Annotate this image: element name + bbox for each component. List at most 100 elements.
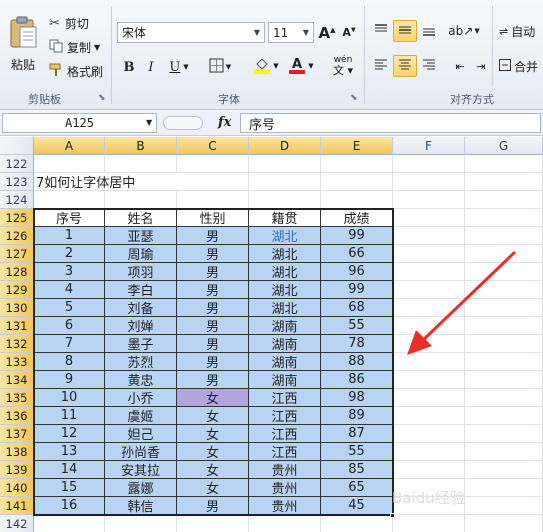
- table-cell[interactable]: 江西: [249, 407, 321, 425]
- sheet-cell[interactable]: [465, 515, 543, 532]
- sheet-cell[interactable]: [393, 515, 465, 532]
- sheet-cell[interactable]: [393, 191, 465, 209]
- wrap-text-button[interactable]: ⇌ 自动: [498, 20, 543, 42]
- row-header[interactable]: 123: [0, 173, 34, 191]
- sheet-cell[interactable]: [393, 443, 465, 461]
- table-cell[interactable]: 78: [321, 335, 393, 353]
- sheet-cell[interactable]: [393, 155, 465, 173]
- merge-button[interactable]: 合并: [498, 55, 543, 77]
- sheet-cell[interactable]: [393, 245, 465, 263]
- sheet-cell[interactable]: [177, 515, 249, 532]
- sheet-cell[interactable]: [465, 299, 543, 317]
- sheet-cell[interactable]: [465, 173, 543, 191]
- sheet-cell[interactable]: [249, 173, 321, 191]
- table-cell[interactable]: 妲己: [105, 425, 177, 443]
- borders-button[interactable]: ▼: [204, 57, 236, 77]
- row-header[interactable]: 139: [0, 461, 34, 479]
- table-cell[interactable]: 7: [34, 335, 105, 353]
- sheet-cell[interactable]: [249, 515, 321, 532]
- table-cell[interactable]: 13: [34, 443, 105, 461]
- row-header[interactable]: 126: [0, 227, 34, 245]
- column-header-c[interactable]: C: [177, 137, 249, 155]
- row-header[interactable]: 134: [0, 371, 34, 389]
- sheet-cell[interactable]: [321, 155, 393, 173]
- table-cell[interactable]: 89: [321, 407, 393, 425]
- orientation-button[interactable]: ab↗ ▼: [448, 20, 480, 42]
- table-cell[interactable]: 亚瑟: [105, 227, 177, 245]
- table-cell[interactable]: 9: [34, 371, 105, 389]
- worksheet-grid[interactable]: A B C D E F G 122 123 7如何让字体居中 124 125 序号 姓名 性别 籍贯 成绩 126…: [0, 137, 543, 532]
- row-header[interactable]: 137: [0, 425, 34, 443]
- table-cell[interactable]: 男: [177, 371, 249, 389]
- table-cell[interactable]: 男: [177, 299, 249, 317]
- sheet-cell[interactable]: [465, 461, 543, 479]
- sheet-cell[interactable]: [105, 155, 177, 173]
- table-cell[interactable]: 3: [34, 263, 105, 281]
- row-header[interactable]: 131: [0, 317, 34, 335]
- sheet-cell[interactable]: [249, 191, 321, 209]
- sheet-cell[interactable]: [465, 155, 543, 173]
- table-cell[interactable]: 墨子: [105, 335, 177, 353]
- table-cell[interactable]: 项羽: [105, 263, 177, 281]
- table-cell[interactable]: 女: [177, 389, 249, 407]
- font-color-button[interactable]: A ▼: [285, 55, 317, 77]
- table-cell[interactable]: 湖北: [249, 227, 321, 245]
- sheet-cell[interactable]: [393, 353, 465, 371]
- sheet-cell[interactable]: [34, 155, 105, 173]
- table-cell[interactable]: 86: [321, 371, 393, 389]
- sheet-cell[interactable]: [465, 407, 543, 425]
- table-cell[interactable]: 江西: [249, 443, 321, 461]
- table-cell[interactable]: 男: [177, 353, 249, 371]
- row-header[interactable]: 135: [0, 389, 34, 407]
- italic-button[interactable]: I: [142, 57, 160, 77]
- table-header-cell[interactable]: 籍贯: [249, 209, 321, 227]
- sheet-cell[interactable]: [465, 191, 543, 209]
- align-left-button[interactable]: [370, 55, 392, 77]
- table-cell[interactable]: 湖南: [249, 335, 321, 353]
- table-cell[interactable]: 4: [34, 281, 105, 299]
- sheet-cell[interactable]: [105, 191, 177, 209]
- table-cell[interactable]: 湖南: [249, 371, 321, 389]
- table-cell[interactable]: 1: [34, 227, 105, 245]
- table-cell[interactable]: 10: [34, 389, 105, 407]
- font-launcher-icon[interactable]: ⬊: [350, 93, 358, 103]
- table-cell[interactable]: 露娜: [105, 479, 177, 497]
- sheet-cell[interactable]: [465, 371, 543, 389]
- table-cell[interactable]: 女: [177, 425, 249, 443]
- table-cell[interactable]: 55: [321, 317, 393, 335]
- table-cell[interactable]: 65: [321, 479, 393, 497]
- clipboard-launcher-icon[interactable]: ⬊: [98, 93, 106, 103]
- formula-input[interactable]: 序号: [240, 113, 541, 133]
- table-cell[interactable]: 湖北: [249, 281, 321, 299]
- increase-indent-button[interactable]: ⇥: [471, 55, 491, 77]
- table-cell[interactable]: 李白: [105, 281, 177, 299]
- row-header[interactable]: 122: [0, 155, 34, 173]
- sheet-cell[interactable]: [393, 371, 465, 389]
- select-all-corner[interactable]: [0, 137, 34, 155]
- sheet-cell[interactable]: [393, 389, 465, 407]
- align-bottom-button[interactable]: [418, 20, 440, 42]
- sheet-cell[interactable]: [393, 299, 465, 317]
- table-cell[interactable]: 周瑜: [105, 245, 177, 263]
- bold-button[interactable]: B: [120, 57, 138, 77]
- align-top-button[interactable]: [370, 20, 392, 42]
- phonetic-button[interactable]: wén 文 ▾: [326, 55, 360, 77]
- sheet-cell[interactable]: [177, 191, 249, 209]
- table-cell[interactable]: 5: [34, 299, 105, 317]
- table-cell[interactable]: 2: [34, 245, 105, 263]
- table-cell[interactable]: 贵州: [249, 497, 321, 515]
- table-header-cell[interactable]: 序号: [34, 209, 105, 227]
- column-header-b[interactable]: B: [105, 137, 177, 155]
- table-cell[interactable]: 55: [321, 443, 393, 461]
- row-header[interactable]: 140: [0, 479, 34, 497]
- sheet-cell[interactable]: [465, 227, 543, 245]
- sheet-cell[interactable]: [465, 281, 543, 299]
- table-cell[interactable]: 刘婵: [105, 317, 177, 335]
- row-header[interactable]: 142: [0, 515, 34, 532]
- sheet-cell[interactable]: [34, 191, 105, 209]
- table-header-cell[interactable]: 性别: [177, 209, 249, 227]
- sheet-cell[interactable]: [465, 479, 543, 497]
- table-cell[interactable]: 66: [321, 245, 393, 263]
- sheet-cell[interactable]: [465, 335, 543, 353]
- sheet-cell[interactable]: [34, 515, 105, 532]
